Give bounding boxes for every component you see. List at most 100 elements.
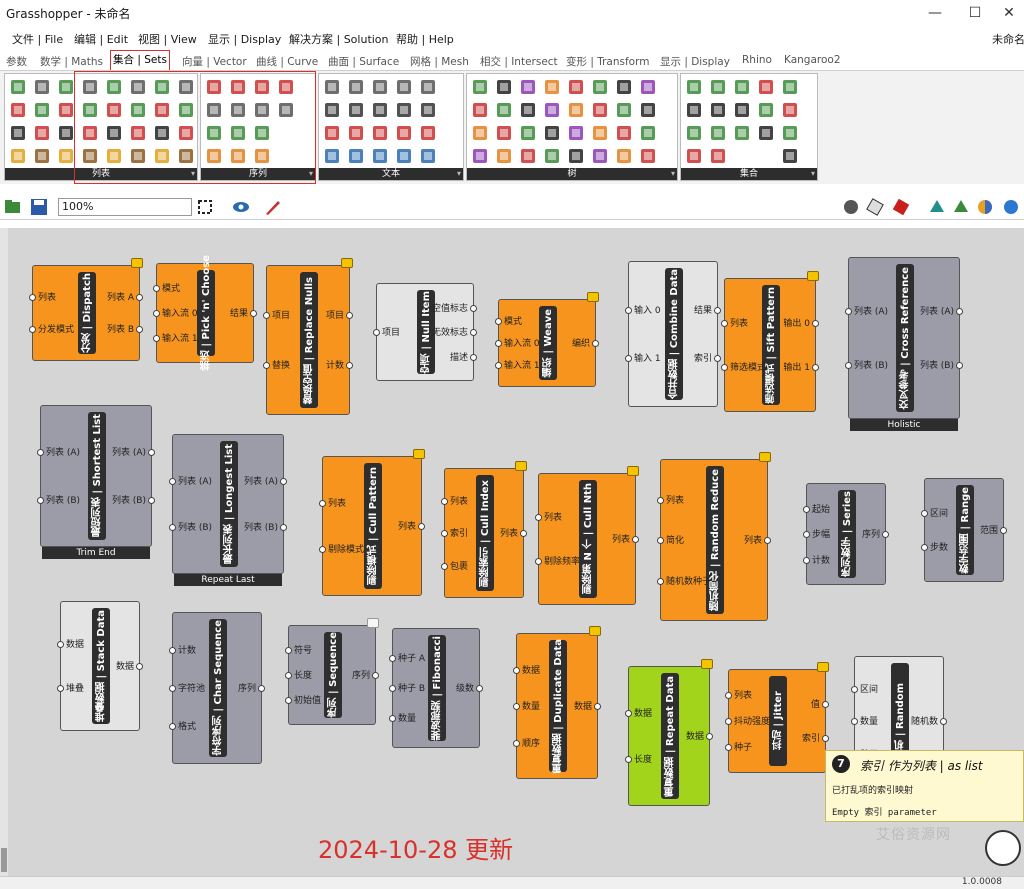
input-grip[interactable] — [441, 530, 448, 537]
input-grip[interactable] — [153, 310, 160, 317]
ribbon-component-icon[interactable] — [685, 124, 703, 142]
ribbon-component-icon[interactable] — [757, 124, 775, 142]
ribbon-component-icon[interactable] — [709, 101, 727, 119]
input-grip[interactable] — [625, 710, 632, 717]
maximize-button[interactable]: ☐ — [958, 2, 992, 24]
ribbon-component-icon[interactable] — [323, 101, 341, 119]
menu-solution[interactable]: 解决方案 | Solution — [289, 31, 389, 47]
panel-expand-icon[interactable]: ▾ — [671, 168, 675, 180]
ribbon-component-icon[interactable] — [347, 101, 365, 119]
input-grip[interactable] — [389, 685, 396, 692]
input-grip[interactable] — [57, 641, 64, 648]
component-node[interactable]: 交叉参考 | Cross Reference 列表 (A) 列表 (B) 列表 (A)… — [845, 257, 963, 419]
output-grip[interactable] — [372, 672, 379, 679]
input-grip[interactable] — [921, 544, 928, 551]
output-grip[interactable] — [764, 537, 771, 544]
output-grip[interactable] — [632, 536, 639, 543]
input-grip[interactable] — [803, 506, 810, 513]
output-grip[interactable] — [148, 497, 155, 504]
ribbon-component-icon[interactable] — [395, 147, 413, 165]
ribbon-component-icon[interactable] — [733, 124, 751, 142]
input-grip[interactable] — [657, 497, 664, 504]
input-grip[interactable] — [441, 563, 448, 570]
ribbon-component-icon[interactable] — [347, 78, 365, 96]
component-node[interactable]: 最短列表 | Shortest List 列表 (A) 列表 (B) 列表 (A) 列表… — [37, 405, 155, 547]
ribbon-component-icon[interactable] — [733, 78, 751, 96]
ribbon-component-icon[interactable] — [639, 78, 657, 96]
save-file-icon[interactable] — [30, 198, 48, 216]
input-grip[interactable] — [495, 362, 502, 369]
ribbon-component-icon[interactable] — [757, 101, 775, 119]
component-node[interactable]: 剔除第 N 个 | Cull Nth 列表 剔除频率 列表 — [535, 466, 639, 605]
ribbon-component-icon[interactable] — [567, 78, 585, 96]
ribbon-component-icon[interactable] — [395, 78, 413, 96]
output-grip[interactable] — [592, 340, 599, 347]
ribbon-component-icon[interactable] — [395, 101, 413, 119]
vertical-scrollbar[interactable] — [0, 228, 8, 876]
ribbon-component-icon[interactable] — [519, 147, 537, 165]
ribbon-component-icon[interactable] — [33, 124, 51, 142]
output-grip[interactable] — [346, 312, 353, 319]
component-node[interactable]: 替换空值 | Replace Nulls 项目 替换 项目 计数 — [263, 258, 353, 415]
input-grip[interactable] — [625, 756, 632, 763]
ribbon-component-icon[interactable] — [323, 147, 341, 165]
input-grip[interactable] — [851, 686, 858, 693]
close-button[interactable]: ✕ — [992, 2, 1024, 24]
input-grip[interactable] — [657, 578, 664, 585]
output-grip[interactable] — [136, 326, 143, 333]
input-grip[interactable] — [169, 685, 176, 692]
component-node[interactable]: 剔除索引 | Cull Index 列表 索引 包裹 列表 — [441, 461, 527, 598]
message-balloon-icon[interactable] — [627, 466, 639, 476]
input-grip[interactable] — [625, 307, 632, 314]
ribbon-component-icon[interactable] — [495, 101, 513, 119]
component-node[interactable]: 随机简化 | Random Reduce 列表 简化 随机数种子 列表 — [657, 452, 771, 621]
component-node[interactable]: 编织 | Weave 模式 输入流 0 输入流 1 编织 — [495, 292, 599, 387]
output-grip[interactable] — [148, 449, 155, 456]
ribbon-component-icon[interactable] — [9, 124, 27, 142]
input-grip[interactable] — [263, 312, 270, 319]
menu-help[interactable]: 帮助 | Help — [396, 31, 454, 47]
component-node[interactable]: 最长列表 | Longest List 列表 (A) 列表 (B) 列表 (A) 列表 … — [169, 434, 287, 574]
output-grip[interactable] — [1000, 527, 1007, 534]
ribbon-component-icon[interactable] — [371, 78, 389, 96]
ribbon-component-icon[interactable] — [709, 147, 727, 165]
ribbon-component-icon[interactable] — [543, 78, 561, 96]
ribbon-component-icon[interactable] — [57, 78, 75, 96]
ribbon-component-icon[interactable] — [495, 78, 513, 96]
component-node[interactable]: 斐波那契 | Fibonacci 种子 A 种子 B 数量 级数 — [389, 628, 483, 748]
input-grip[interactable] — [37, 449, 44, 456]
ribbon-component-icon[interactable] — [323, 124, 341, 142]
ribbon-component-icon[interactable] — [709, 124, 727, 142]
input-grip[interactable] — [921, 510, 928, 517]
message-balloon-icon[interactable] — [701, 659, 713, 669]
ribbon-component-icon[interactable] — [471, 124, 489, 142]
message-balloon-icon[interactable] — [341, 258, 353, 268]
ribbon-component-icon[interactable] — [615, 101, 633, 119]
preview-eye-icon[interactable] — [232, 198, 250, 216]
ribbon-component-icon[interactable] — [519, 101, 537, 119]
ribbon-component-icon[interactable] — [57, 124, 75, 142]
ribbon-component-icon[interactable] — [419, 78, 437, 96]
ribbon-component-icon[interactable] — [543, 101, 561, 119]
component-node[interactable]: 挑选 | Pick 'n' Choose 模式 输入流 0 输入流 1 结果 — [153, 255, 257, 371]
input-grip[interactable] — [153, 285, 160, 292]
ribbon-component-icon[interactable] — [615, 147, 633, 165]
output-grip[interactable] — [812, 364, 819, 371]
component-node[interactable]: 分发 | Dispatch 列表 分发模式 列表 A 列表 B — [29, 258, 143, 361]
tab-transform[interactable]: 变形 | Transform — [566, 54, 649, 69]
input-grip[interactable] — [169, 723, 176, 730]
input-grip[interactable] — [721, 364, 728, 371]
output-grip[interactable] — [280, 478, 287, 485]
input-grip[interactable] — [803, 531, 810, 538]
input-grip[interactable] — [495, 340, 502, 347]
component-node[interactable]: 空项 | Null Item 项目 空值标志 无效标志 描述 — [373, 283, 477, 381]
menu-display[interactable]: 显示 | Display — [208, 31, 281, 47]
input-grip[interactable] — [513, 703, 520, 710]
input-grip[interactable] — [319, 500, 326, 507]
color-wheel-icon[interactable] — [976, 198, 994, 216]
output-grip[interactable] — [956, 308, 963, 315]
ribbon-component-icon[interactable] — [615, 124, 633, 142]
output-grip[interactable] — [470, 329, 477, 336]
input-grip[interactable] — [725, 692, 732, 699]
input-grip[interactable] — [389, 655, 396, 662]
